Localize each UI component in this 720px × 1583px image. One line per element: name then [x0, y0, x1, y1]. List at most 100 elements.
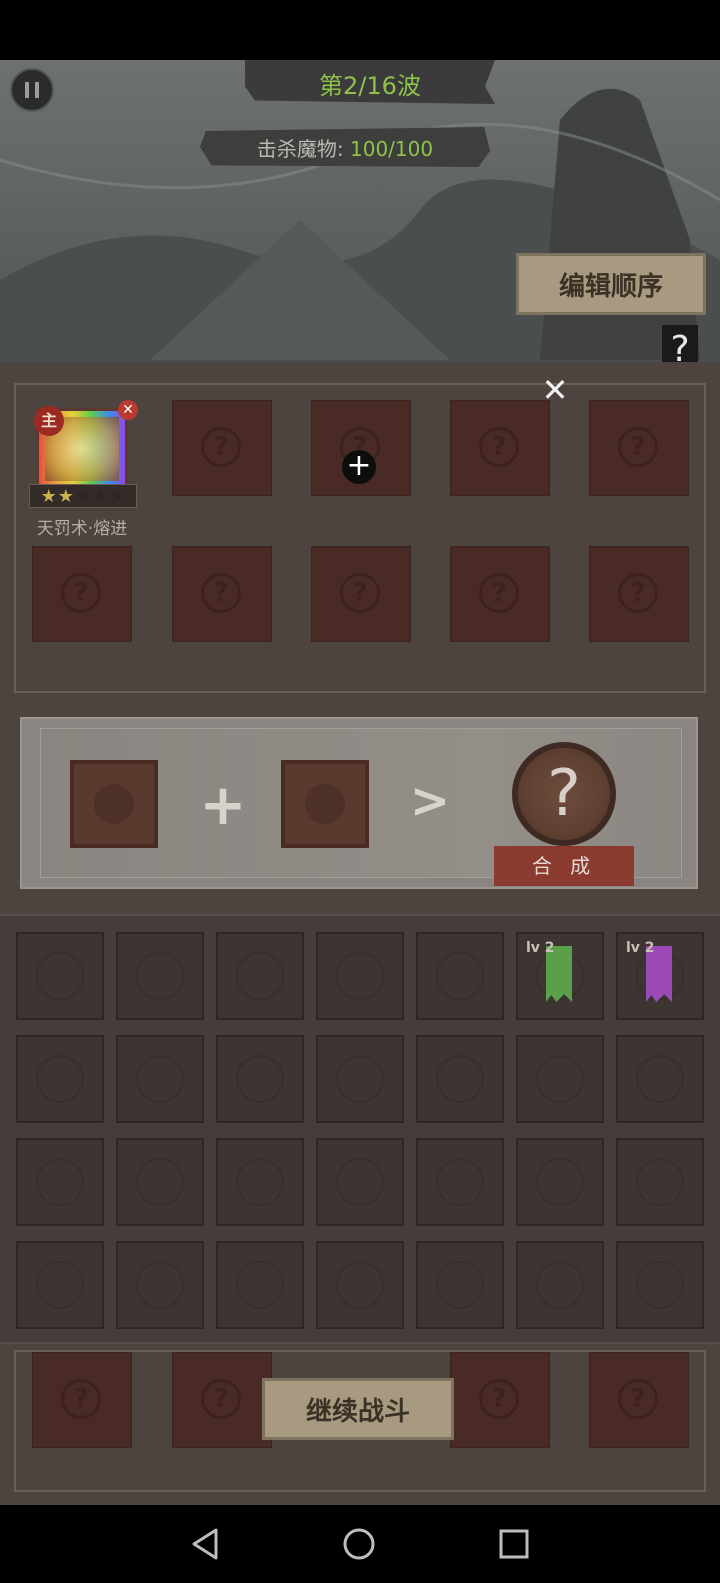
- inventory-cell[interactable]: [516, 1241, 604, 1329]
- kill-value: 100/100: [350, 137, 434, 161]
- pause-button[interactable]: [10, 68, 54, 112]
- back-icon[interactable]: [186, 1524, 226, 1564]
- cell-ring: [436, 1158, 484, 1206]
- item-level: lv 2: [626, 940, 655, 956]
- star-empty-icon: ★: [92, 485, 109, 507]
- inventory-cell[interactable]: [216, 932, 304, 1020]
- battle-scene: 第2/16波 击杀魔物: 100/100 编辑顺序 ?: [0, 60, 720, 362]
- inventory-cell[interactable]: [216, 1035, 304, 1123]
- edit-order-button[interactable]: 编辑顺序: [516, 253, 706, 315]
- question-icon: ?: [618, 1379, 658, 1419]
- craft-plus-icon: +: [199, 773, 247, 838]
- inventory-cell[interactable]: [316, 1035, 404, 1123]
- skill-slot[interactable]: ?: [172, 400, 272, 496]
- craft-ingredient-slot[interactable]: [281, 760, 369, 848]
- question-icon: ?: [479, 573, 519, 613]
- cell-ring: [636, 1158, 684, 1206]
- inventory-cell[interactable]: [416, 1241, 504, 1329]
- inventory-cell[interactable]: lv 2: [516, 932, 604, 1020]
- skill-slot[interactable]: ?: [32, 546, 132, 642]
- cell-ring: [336, 1055, 384, 1103]
- skill-slot[interactable]: ?: [450, 400, 550, 496]
- cell-ring: [136, 1055, 184, 1103]
- inventory-cell[interactable]: [616, 1241, 704, 1329]
- cell-ring: [236, 952, 284, 1000]
- cell-ring: [236, 1158, 284, 1206]
- inventory-cell[interactable]: [316, 1241, 404, 1329]
- inventory-cell[interactable]: [416, 1035, 504, 1123]
- inventory-cell[interactable]: [616, 1138, 704, 1226]
- inventory-cell[interactable]: [16, 932, 104, 1020]
- main-skill-badge: 主: [34, 406, 64, 436]
- inventory-cell[interactable]: [16, 1035, 104, 1123]
- cell-ring: [336, 1261, 384, 1309]
- inventory-cell[interactable]: [116, 1241, 204, 1329]
- inventory-cell[interactable]: [116, 932, 204, 1020]
- inventory-cell[interactable]: [516, 1035, 604, 1123]
- cell-ring: [136, 1261, 184, 1309]
- synthesize-button[interactable]: 合 成: [494, 846, 634, 886]
- cell-ring: [136, 1158, 184, 1206]
- help-button[interactable]: ?: [662, 325, 698, 362]
- skill-slot[interactable]: ?: [172, 546, 272, 642]
- inventory-cell[interactable]: [416, 932, 504, 1020]
- inventory-cell[interactable]: [316, 1138, 404, 1226]
- inventory-cell[interactable]: [116, 1035, 204, 1123]
- inventory-cell[interactable]: [516, 1138, 604, 1226]
- cell-ring: [36, 952, 84, 1000]
- skill-slot[interactable]: ?: [311, 546, 411, 642]
- star-filled-icon: ★: [40, 485, 57, 507]
- star-filled-icon: ★: [57, 485, 74, 507]
- equipped-skill-name: 天罚术·熔进: [36, 519, 128, 539]
- inventory-cell[interactable]: [616, 1035, 704, 1123]
- inventory-cell[interactable]: [16, 1241, 104, 1329]
- question-icon: ?: [201, 427, 241, 467]
- star-empty-icon: ★: [74, 485, 92, 507]
- inventory-cell[interactable]: lv 2: [616, 932, 704, 1020]
- craft-arrow-icon: >: [409, 773, 451, 829]
- star-empty-icon: ★: [109, 485, 126, 507]
- question-icon: ?: [61, 1379, 101, 1419]
- item-level: lv 2: [526, 940, 555, 956]
- slot-ring: [305, 784, 345, 824]
- continue-battle-button[interactable]: 继续战斗: [262, 1378, 454, 1440]
- question-icon: ?: [479, 427, 519, 467]
- inventory-cell[interactable]: [16, 1138, 104, 1226]
- question-icon: ?: [61, 573, 101, 613]
- close-icon[interactable]: ✕: [540, 374, 570, 406]
- skill-slot[interactable]: ?: [589, 400, 689, 496]
- question-icon: ?: [479, 1379, 519, 1419]
- inventory-cell[interactable]: [116, 1138, 204, 1226]
- cell-ring: [36, 1055, 84, 1103]
- cell-ring: [536, 1055, 584, 1103]
- craft-ingredient-slot[interactable]: [70, 760, 158, 848]
- question-icon: ?: [618, 573, 658, 613]
- home-icon[interactable]: [339, 1524, 379, 1564]
- cell-ring: [236, 1055, 284, 1103]
- cell-ring: [36, 1158, 84, 1206]
- cell-ring: [436, 1055, 484, 1103]
- cell-ring: [536, 1261, 584, 1309]
- cell-ring: [136, 952, 184, 1000]
- inventory-cell[interactable]: [216, 1138, 304, 1226]
- inventory-cell[interactable]: [316, 932, 404, 1020]
- add-cursor-icon: +: [342, 450, 376, 484]
- mountain-backdrop: [0, 88, 720, 362]
- inventory-cell[interactable]: [216, 1241, 304, 1329]
- remove-skill-icon[interactable]: ✕: [118, 400, 138, 420]
- cell-ring: [436, 1261, 484, 1309]
- cell-ring: [36, 1261, 84, 1309]
- skill-slot: ?: [589, 1352, 689, 1448]
- question-icon: ?: [201, 1379, 241, 1419]
- inventory-cell[interactable]: [416, 1138, 504, 1226]
- kill-counter: 击杀魔物: 100/100: [200, 133, 490, 162]
- skill-slot[interactable]: ?: [450, 546, 550, 642]
- skill-slot: ?: [32, 1352, 132, 1448]
- question-icon: ?: [340, 573, 380, 613]
- kill-label: 击杀魔物:: [256, 137, 344, 161]
- question-icon: ?: [201, 573, 241, 613]
- recents-icon[interactable]: [494, 1524, 534, 1564]
- skill-slot: ?: [172, 1352, 272, 1448]
- skill-slot[interactable]: ?: [589, 546, 689, 642]
- cell-ring: [436, 952, 484, 1000]
